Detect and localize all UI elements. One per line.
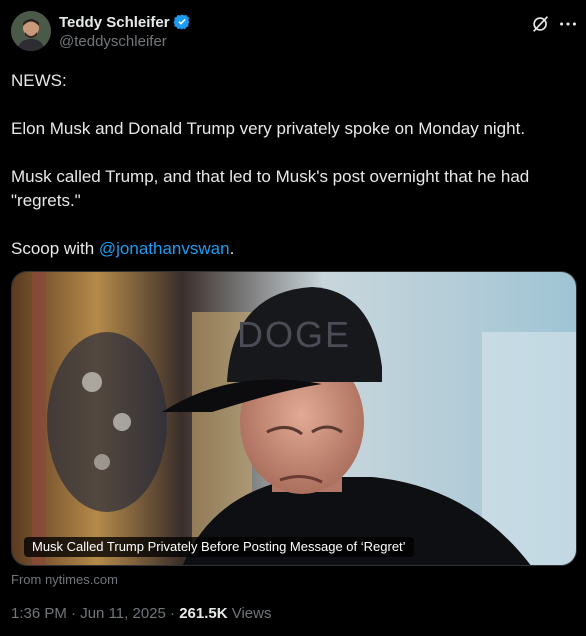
tweet-meta: 1:36 PM · Jun 11, 2025 · 261.5K Views <box>11 605 272 622</box>
avatar[interactable] <box>11 11 51 51</box>
meta-separator: · <box>66 605 81 622</box>
tweet-line-scoop: Scoop with @jonathanvswan. <box>11 237 576 261</box>
verified-badge-icon[interactable] <box>173 13 191 31</box>
scoop-suffix: . <box>229 239 235 258</box>
handle[interactable]: @teddyschleifer <box>59 33 191 50</box>
tweet-line-called: Musk called Trump, and that led to Musk'… <box>11 167 530 186</box>
link-card-caption: Musk Called Trump Privately Before Posti… <box>24 537 414 557</box>
mention-link[interactable]: @jonathanvswan <box>99 239 230 258</box>
tweet-date[interactable]: Jun 11, 2025 <box>80 605 166 622</box>
tweet-line-news: NEWS: <box>11 71 67 90</box>
tweet-line-regrets: "regrets." <box>11 191 81 210</box>
name-row: Teddy Schleifer <box>59 12 191 32</box>
more-dots-icon[interactable] <box>557 13 579 35</box>
grok-icon[interactable] <box>530 13 552 35</box>
meta-separator: · <box>165 605 180 622</box>
tweet-line-spoke: Elon Musk and Donald Trump very privatel… <box>11 119 526 138</box>
link-card-image[interactable]: DOGE Musk Called Trump Privately Before … <box>11 271 577 566</box>
cap-logo-text: DOGE <box>237 314 351 355</box>
tweet-text: NEWS: Elon Musk and Donald Trump very pr… <box>11 69 576 261</box>
author-block: Teddy Schleifer @teddyschleifer <box>59 12 191 50</box>
views-label: Views <box>227 605 272 622</box>
tweet-time[interactable]: 1:36 PM <box>11 605 67 622</box>
display-name[interactable]: Teddy Schleifer <box>59 14 170 31</box>
views-count[interactable]: 261.5K <box>179 605 227 622</box>
link-card-source[interactable]: From nytimes.com <box>11 572 118 587</box>
tweet: Teddy Schleifer @teddyschleifer NEWS: El… <box>0 0 586 636</box>
scoop-prefix: Scoop with <box>11 239 99 258</box>
